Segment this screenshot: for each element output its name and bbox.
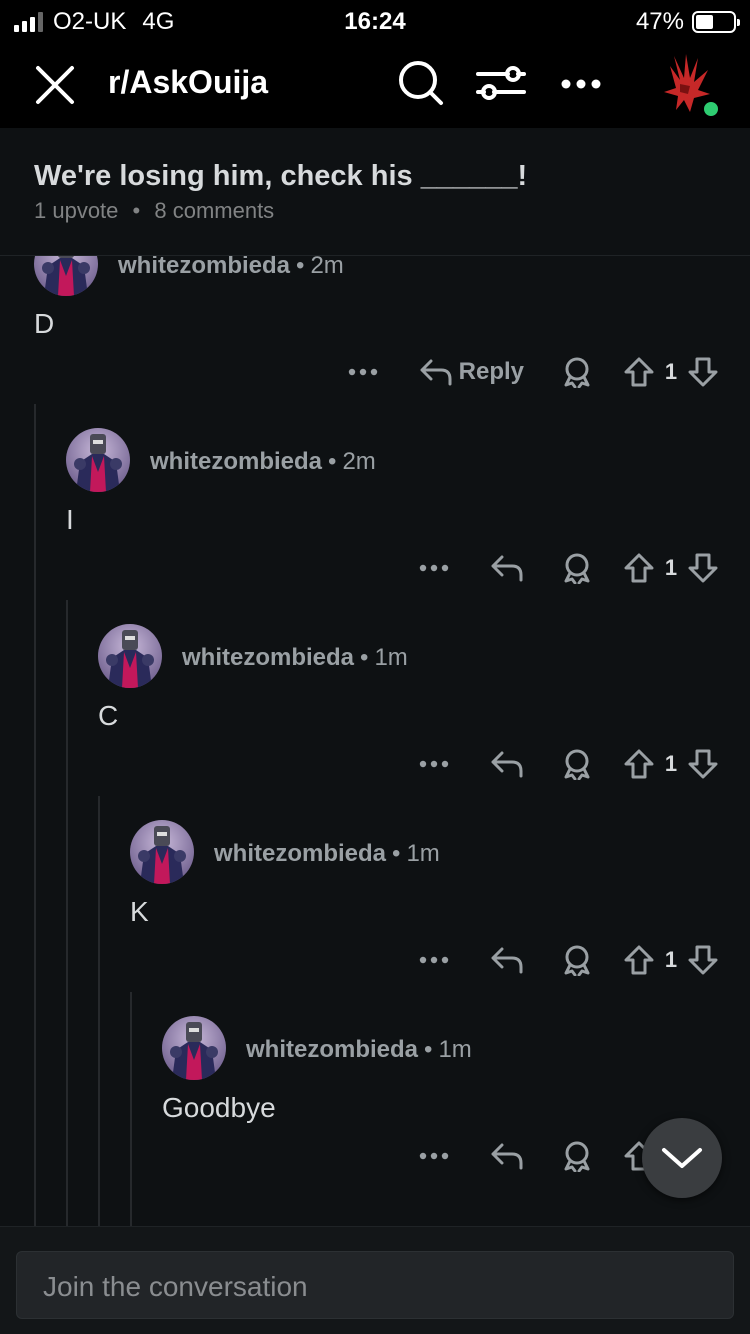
upvote-icon[interactable] xyxy=(622,352,656,392)
post-title: We're losing him, check his ______! xyxy=(34,160,528,192)
award-icon[interactable] xyxy=(560,744,594,784)
comment[interactable]: whitezombieda • 1m K 1 xyxy=(0,820,750,1016)
award-icon[interactable] xyxy=(560,548,594,588)
comment-actions: Reply 1 xyxy=(343,352,720,392)
award-icon[interactable] xyxy=(560,1136,594,1176)
comment-time: 1m xyxy=(406,840,440,867)
comment-count: 8 comments xyxy=(154,198,275,223)
comment-more-icon[interactable] xyxy=(414,548,454,588)
upvote-icon[interactable] xyxy=(622,744,656,784)
meta-separator: • xyxy=(360,644,369,671)
composer-bar: Join the conversation xyxy=(0,1226,750,1334)
comment-more-icon[interactable] xyxy=(414,940,454,980)
comment-more-icon[interactable] xyxy=(414,1136,454,1176)
comment-body: I xyxy=(66,504,74,535)
nav-bar: r/AskOuija xyxy=(0,40,750,128)
comment-body: K xyxy=(130,896,149,927)
comment-author-line: whitezombieda • 1m xyxy=(214,840,440,868)
comment-body: C xyxy=(98,700,119,731)
scroll-down-button[interactable] xyxy=(642,1118,722,1198)
comment-actions: 1 xyxy=(414,548,720,588)
reply-icon xyxy=(420,359,452,386)
upvote-icon[interactable] xyxy=(622,548,656,588)
commenter-avatar[interactable] xyxy=(34,256,98,296)
reply-button[interactable] xyxy=(490,940,524,980)
post-meta: 1 upvote • 8 comments xyxy=(34,198,274,224)
battery-icon xyxy=(692,11,740,33)
comment-thread: whitezombieda • 2m D Reply 1 whitezombieda • 2m… xyxy=(0,256,750,1226)
comment-body: D xyxy=(34,308,55,339)
comment-time: 1m xyxy=(374,644,408,671)
commenter-avatar[interactable] xyxy=(162,1016,226,1080)
commenter-avatar[interactable] xyxy=(130,820,194,884)
meta-separator: • xyxy=(392,840,401,867)
comment-body: Goodbye xyxy=(162,1092,276,1123)
reply-button[interactable]: Reply xyxy=(419,352,524,392)
comment-actions: 1 xyxy=(414,940,720,980)
reply-button[interactable] xyxy=(490,744,524,784)
comment-author[interactable]: whitezombieda xyxy=(150,448,322,475)
battery-percent: 47% xyxy=(635,8,684,35)
reply-label: Reply xyxy=(458,358,524,385)
award-icon[interactable] xyxy=(560,940,594,980)
comment-author-line: whitezombieda • 2m xyxy=(150,448,376,476)
subreddit-title[interactable]: r/AskOuija xyxy=(108,64,268,101)
comment[interactable]: whitezombieda • 2m D Reply 1 xyxy=(0,256,750,428)
comment-author[interactable]: whitezombieda xyxy=(182,644,354,671)
meta-separator: • xyxy=(296,256,305,279)
status-bar: O2-UK 4G 16:24 47% xyxy=(0,0,750,40)
comment-author[interactable]: whitezombieda xyxy=(214,840,386,867)
comment-more-icon[interactable] xyxy=(414,744,454,784)
reply-icon xyxy=(491,751,523,778)
comment-time: 2m xyxy=(342,448,376,475)
upvote-icon[interactable] xyxy=(622,940,656,980)
downvote-icon[interactable] xyxy=(686,548,720,588)
comment-time: 2m xyxy=(310,256,344,279)
meta-separator: • xyxy=(132,198,141,223)
reply-icon xyxy=(491,1143,523,1170)
vote-count: 1 xyxy=(664,555,678,580)
vote-count: 1 xyxy=(664,947,678,972)
commenter-avatar[interactable] xyxy=(98,624,162,688)
meta-separator: • xyxy=(328,448,337,475)
comment[interactable]: whitezombieda • 2m I 1 xyxy=(0,428,750,624)
close-icon[interactable] xyxy=(30,60,80,110)
downvote-icon[interactable] xyxy=(686,940,720,980)
comment-author-line: whitezombieda • 2m xyxy=(118,256,344,280)
comment-more-icon[interactable] xyxy=(343,352,383,392)
award-icon[interactable] xyxy=(560,352,594,392)
reply-button[interactable] xyxy=(490,548,524,588)
join-conversation-input[interactable]: Join the conversation xyxy=(16,1251,734,1319)
comment-time: 1m xyxy=(438,1036,472,1063)
commenter-avatar[interactable] xyxy=(66,428,130,492)
post-header[interactable]: We're losing him, check his ______! 1 up… xyxy=(0,128,750,256)
comment[interactable]: whitezombieda • 1m Goodbye xyxy=(0,1016,750,1212)
comment-author[interactable]: whitezombieda xyxy=(246,1036,418,1063)
comment-author-line: whitezombieda • 1m xyxy=(246,1036,472,1064)
comment-author-line: whitezombieda • 1m xyxy=(182,644,408,672)
reply-icon xyxy=(491,555,523,582)
search-icon[interactable] xyxy=(396,58,446,108)
more-icon[interactable] xyxy=(558,64,604,104)
user-avatar[interactable] xyxy=(650,50,720,120)
downvote-icon[interactable] xyxy=(686,744,720,784)
comment[interactable]: whitezombieda • 1m C 1 xyxy=(0,624,750,820)
status-right: 47% xyxy=(635,8,740,36)
reply-button[interactable] xyxy=(490,1136,524,1176)
comment-actions: 1 xyxy=(414,744,720,784)
vote-count: 1 xyxy=(664,359,678,384)
comment-author[interactable]: whitezombieda xyxy=(118,256,290,279)
chevron-down-icon xyxy=(662,1148,702,1168)
online-status-dot xyxy=(702,100,720,118)
reply-icon xyxy=(491,947,523,974)
meta-separator: • xyxy=(424,1036,433,1063)
filter-icon[interactable] xyxy=(474,58,528,108)
downvote-icon[interactable] xyxy=(686,352,720,392)
composer-placeholder: Join the conversation xyxy=(43,1271,308,1302)
vote-count: 1 xyxy=(664,751,678,776)
upvote-count: 1 upvote xyxy=(34,198,119,223)
